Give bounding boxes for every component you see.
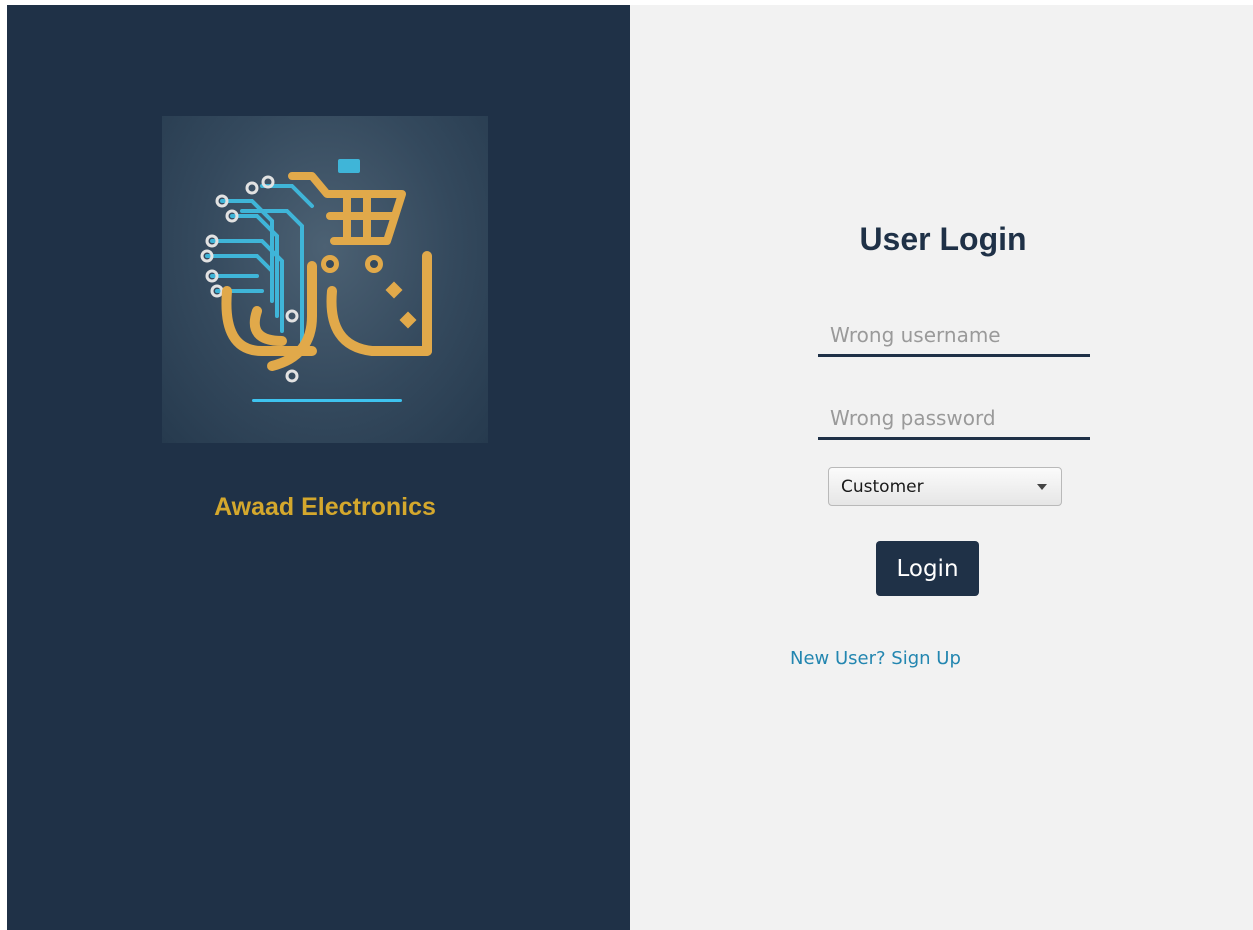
username-input[interactable] xyxy=(818,315,1090,357)
brand-panel: Awaad Electronics xyxy=(7,5,630,930)
brand-name: Awaad Electronics xyxy=(214,493,436,521)
role-dropdown[interactable]: Customer xyxy=(828,467,1062,506)
logo-image xyxy=(162,116,488,443)
shopping-cart-circuit-logo-icon xyxy=(200,159,432,402)
role-selected-value: Customer xyxy=(841,476,924,497)
login-window: Awaad Electronics xyxy=(7,5,1253,930)
signup-link[interactable]: New User? Sign Up xyxy=(790,648,961,669)
password-input[interactable] xyxy=(818,398,1090,440)
page-title: User Login xyxy=(859,221,1027,257)
login-button[interactable]: Login xyxy=(876,541,979,596)
chevron-down-icon xyxy=(1037,483,1047,490)
